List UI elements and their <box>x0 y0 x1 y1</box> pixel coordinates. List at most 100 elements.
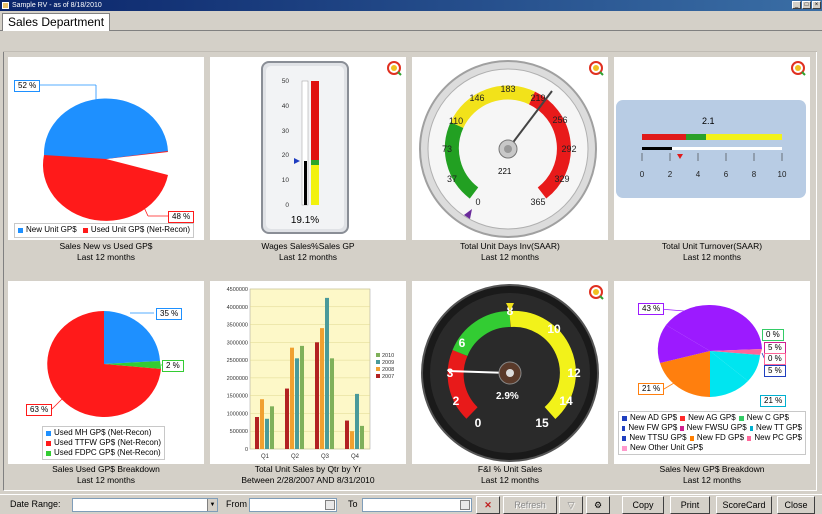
bar-2008-Q4 <box>350 431 354 449</box>
refresh-button[interactable]: Refresh <box>503 496 557 514</box>
from-date-input[interactable] <box>249 498 337 512</box>
y-tick-label: 2000000 <box>227 376 248 382</box>
calendar-icon[interactable] <box>460 500 470 510</box>
close-button[interactable]: Close <box>777 496 815 514</box>
fi-value: 2.9% <box>496 391 519 402</box>
print-button[interactable]: Print <box>670 496 710 514</box>
caption-wages-sales: Wages Sales%Sales GP Last 12 months <box>261 241 355 262</box>
to-date-input[interactable] <box>362 498 472 512</box>
legend-swatch-2008 <box>376 367 380 371</box>
turnover-ticks: 0 2 4 6 8 10 <box>640 170 787 179</box>
tile-used-breakdown[interactable]: 35 % 2 % 63 % Used MH GP$ (Net-Recon) Us… <box>8 281 204 464</box>
pie-label-mh: 35 % <box>156 308 183 320</box>
legend-swatch-2009 <box>376 360 380 364</box>
svg-text:12: 12 <box>567 366 581 380</box>
legend-label-2008: 2008 <box>382 367 394 373</box>
chevron-down-icon[interactable]: ▼ <box>207 499 217 511</box>
legend-item: Used MH GP$ (Net-Recon) <box>54 428 152 437</box>
y-tick-label: 3000000 <box>227 340 248 346</box>
svg-text:6: 6 <box>724 170 729 179</box>
tile-unit-turnover[interactable]: 0 2 4 6 8 10 2.1 <box>614 57 810 240</box>
tile-fi-unit-sales[interactable]: 0 2 3 6 8 10 12 14 15 2.9% <box>412 281 608 464</box>
bar-2010-Q1 <box>270 406 274 449</box>
x-tick-label: Q3 <box>321 454 330 460</box>
close-window-button[interactable]: × <box>812 1 821 9</box>
minimize-button[interactable]: _ <box>792 1 801 9</box>
tab-sales-department[interactable]: Sales Department <box>2 13 111 31</box>
rv-logo-icon <box>387 61 402 76</box>
tile-new-breakdown[interactable]: 43 % 0 % 5 % 0 % 5 % 21 % 21 % New AD GP… <box>614 281 810 464</box>
dashboard-subbar <box>3 36 817 52</box>
bar-2009-Q2 <box>295 358 299 449</box>
caption-unit-days-inv: Total Unit Days Inv(SAAR) Last 12 months <box>460 241 560 262</box>
pie-label-ttfw: 63 % <box>26 404 53 416</box>
y-tick-label: 3500000 <box>227 323 248 329</box>
svg-text:2: 2 <box>453 394 460 408</box>
tile-wages-sales[interactable]: 50 40 30 20 10 0 19.1% <box>210 57 406 240</box>
bar-chart-unit-sales: 0 500000 1000000 1500000 2000000 2500000 30000… <box>227 287 395 460</box>
settings-icon[interactable]: ⚙ <box>586 496 610 514</box>
bar-2009-Q1 <box>265 418 269 449</box>
legend-label-2010: 2010 <box>382 353 394 359</box>
tile-unit-sales-qtr[interactable]: 0 500000 1000000 1500000 2000000 2500000 30000… <box>210 281 406 464</box>
x-tick-label: Q1 <box>261 454 270 460</box>
window-title: Sample RV - as of 8/18/2010 <box>12 2 102 9</box>
svg-text:0: 0 <box>475 197 480 207</box>
pie-label-c: 0 % <box>762 329 784 341</box>
calendar-icon[interactable] <box>325 500 335 510</box>
rv-logo-icon <box>589 61 604 76</box>
x-tick-label: Q4 <box>351 454 360 460</box>
bar-2008-Q3 <box>320 328 324 449</box>
date-range-select[interactable]: ▼ <box>72 498 218 512</box>
bar-2010-Q4 <box>360 425 364 449</box>
legend-new-vs-used: New Unit GP$ Used Unit GP$ (Net-Recon) <box>14 223 195 238</box>
legend-new-breakdown: New AD GP$ New AG GP$ New C GP$ New FW G… <box>618 411 806 455</box>
clear-dates-icon[interactable]: ✕ <box>476 496 500 514</box>
pie-label-ad: 43 % <box>638 303 665 315</box>
svg-text:15: 15 <box>535 416 549 430</box>
filter-icon[interactable]: ▽ <box>559 496 583 514</box>
svg-text:2: 2 <box>668 170 673 179</box>
y-tick-label: 4500000 <box>227 287 248 293</box>
svg-text:146: 146 <box>469 93 484 103</box>
copy-button[interactable]: Copy <box>622 496 664 514</box>
svg-text:0: 0 <box>640 170 645 179</box>
svg-text:256: 256 <box>552 115 567 125</box>
legend-item: New Unit GP$ <box>26 225 77 234</box>
tile-unit-days-inv[interactable]: 0 37 73 110 146 183 219 256 292 329 365 … <box>412 57 608 240</box>
svg-text:10: 10 <box>547 322 561 336</box>
scorecard-button[interactable]: ScoreCard <box>716 496 772 514</box>
caption-unit-turnover: Total Unit Turnover(SAAR) Last 12 months <box>661 241 763 262</box>
caption-fi-unit-sales: F&I % Unit Sales Last 12 months <box>477 464 543 485</box>
pie-label-new: 52 % <box>14 80 41 92</box>
legend-swatch-2010 <box>376 353 380 357</box>
turnover-value: 2.1 <box>702 116 715 126</box>
tick-10: 10 <box>282 177 290 184</box>
legend-swatch-2007 <box>376 374 380 378</box>
legend-item: Used TTFW GP$ (Net-Recon) <box>54 438 161 447</box>
svg-text:14: 14 <box>559 394 573 408</box>
bar-2010-Q2 <box>300 345 304 449</box>
pie-label-tt: 21 % <box>760 395 787 407</box>
rv-logo-icon <box>589 285 604 300</box>
bar-2008-Q1 <box>260 399 264 449</box>
svg-text:37: 37 <box>447 174 457 184</box>
maximize-button[interactable]: □ <box>802 1 811 9</box>
from-label: From <box>226 499 247 509</box>
svg-text:3: 3 <box>447 366 454 380</box>
svg-text:10: 10 <box>778 170 787 179</box>
fi-dial: 0 2 3 6 8 10 12 14 15 <box>421 284 599 462</box>
svg-text:6: 6 <box>459 336 466 350</box>
svg-text:73: 73 <box>442 144 452 154</box>
caption-new-breakdown: Sales New GP$ Breakdown Last 12 months <box>659 464 765 485</box>
rv-logo-icon <box>791 61 806 76</box>
tick-40: 40 <box>282 103 290 110</box>
wages-value: 19.1% <box>290 215 320 226</box>
legend-label-2009: 2009 <box>382 360 394 366</box>
tile-sales-new-vs-used[interactable]: 52 % 48 % New Unit GP$ Used Unit GP$ (Ne… <box>8 57 204 240</box>
svg-text:8: 8 <box>752 170 757 179</box>
wages-thermometer: 50 40 30 20 10 0 <box>261 61 349 234</box>
legend-item: Used FDPC GP$ (Net-Recon) <box>54 448 161 457</box>
tick-50: 50 <box>282 78 290 85</box>
svg-text:110: 110 <box>449 116 463 126</box>
